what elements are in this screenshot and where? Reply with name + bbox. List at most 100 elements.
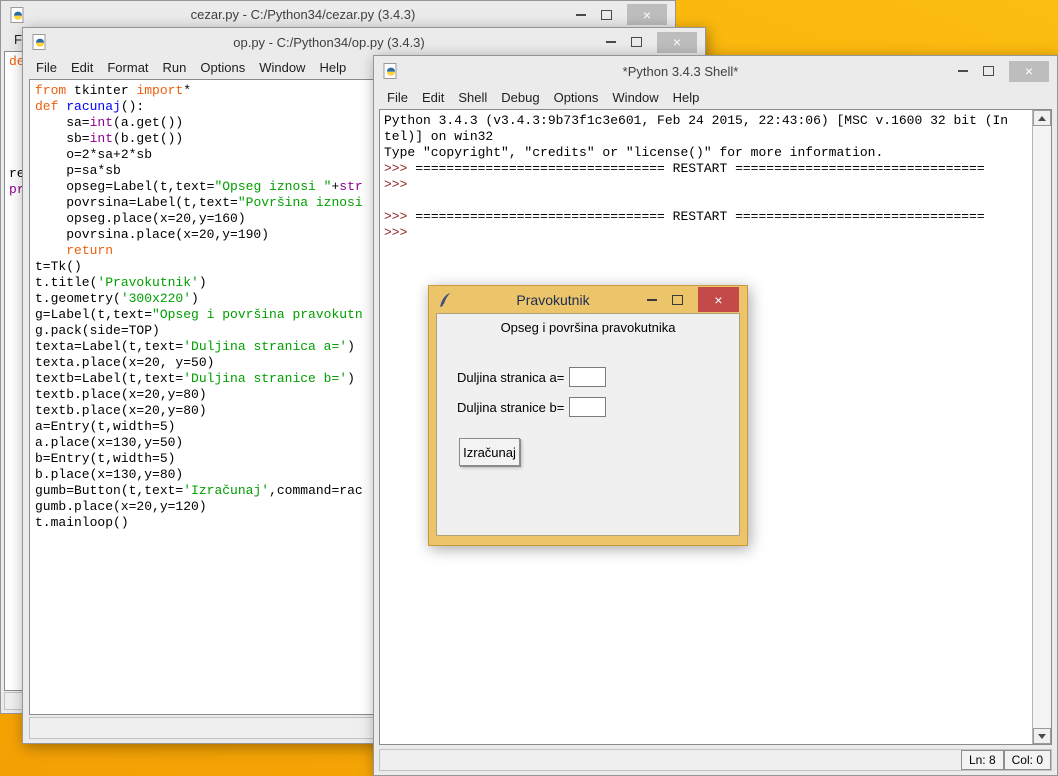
close-icon[interactable]: × (698, 287, 739, 312)
code-token: "Opseg i površina pravokutn (152, 307, 363, 322)
entry-side-b[interactable] (569, 397, 606, 417)
code-token (35, 243, 66, 258)
entry-side-a[interactable] (569, 367, 606, 387)
code-token: a=Entry(t,width=5) (35, 419, 175, 434)
code-token: ) (347, 371, 355, 386)
code-token: g=Label(t,text= (35, 307, 152, 322)
menu-item-help[interactable]: Help (666, 90, 707, 105)
code-token: povrsina.place(x=20,y=190) (35, 227, 269, 242)
code-token: ,command=rac (269, 483, 363, 498)
shell-window-title: *Python 3.4.3 Shell* (414, 64, 947, 79)
code-token: '300x220' (121, 291, 191, 306)
code-token: int (90, 115, 113, 130)
pravokutnik-window: Pravokutnik × Opseg i površina pravokutn… (428, 285, 748, 546)
code-token: "Površina iznosi (238, 195, 363, 210)
code-token: 'Pravokutnik' (97, 275, 198, 290)
code-token: b=Entry(t,width=5) (35, 451, 175, 466)
app-client-area: Opseg i površina pravokutnika Duljina st… (436, 313, 740, 536)
menu-item-edit[interactable]: Edit (415, 90, 451, 105)
code-token: 'Duljina stranica a=' (183, 339, 347, 354)
minimize-icon[interactable] (958, 70, 968, 72)
shell-statusbar: Ln: 8 Col: 0 (379, 749, 1052, 771)
minimize-icon[interactable] (576, 14, 586, 16)
label-side-a: Duljina stranica a= (457, 370, 564, 385)
minimize-icon[interactable] (647, 299, 657, 301)
menu-item-edit[interactable]: Edit (64, 60, 100, 75)
code-line: Type "copyright", "credits" or "license(… (384, 145, 1032, 161)
code-token: (b.get()) (113, 131, 183, 146)
code-line: >>> ================================ RES… (384, 209, 1032, 225)
menu-item-format[interactable]: Format (100, 60, 155, 75)
code-token: >>> (384, 209, 415, 224)
code-token: povrsina=Label(t,text= (35, 195, 238, 210)
code-token: 'Duljina stranice b=' (183, 371, 347, 386)
shell-menubar: FileEditShellDebugOptionsWindowHelp (374, 86, 1057, 108)
menu-item-file[interactable]: File (380, 90, 415, 105)
label-side-b: Duljina stranice b= (457, 400, 564, 415)
code-token: str (339, 179, 362, 194)
menu-item-options[interactable]: Options (547, 90, 606, 105)
column-indicator: Col: 0 (1004, 750, 1051, 770)
minimize-icon[interactable] (606, 41, 616, 43)
code-token: * (183, 83, 191, 98)
app-titlebar[interactable]: Pravokutnik × (429, 286, 747, 313)
code-token: texta.place(x=20, y=50) (35, 355, 214, 370)
scroll-up-icon[interactable] (1033, 110, 1051, 126)
app-window-title: Pravokutnik (469, 292, 637, 308)
code-line: >>> ================================ RES… (384, 161, 1032, 177)
menu-item-help[interactable]: Help (312, 60, 353, 75)
code-token: 'Izračunaj' (183, 483, 269, 498)
code-token: from (35, 83, 66, 98)
code-token: >>> (384, 161, 415, 176)
code-token: import (136, 83, 183, 98)
code-line: Python 3.4.3 (v3.4.3:9b73f1c3e601, Feb 2… (384, 113, 1032, 129)
code-token: (): (121, 99, 144, 114)
code-token: gumb.place(x=20,y=120) (35, 499, 207, 514)
shell-titlebar[interactable]: *Python 3.4.3 Shell* × (374, 56, 1057, 86)
code-line: >>> (384, 225, 1032, 241)
menu-item-options[interactable]: Options (193, 60, 252, 75)
menu-item-window[interactable]: Window (252, 60, 312, 75)
code-token: o=2*sa+2*sb (35, 147, 152, 162)
maximize-icon[interactable] (672, 295, 683, 305)
code-token: ) (199, 275, 207, 290)
op-window-title: op.py - C:/Python34/op.py (3.4.3) (63, 35, 595, 50)
menu-item-shell[interactable]: Shell (451, 90, 494, 105)
close-icon[interactable]: × (627, 4, 667, 25)
close-icon[interactable]: × (657, 32, 697, 53)
code-token: racunaj (66, 99, 121, 114)
code-token: opseg=Label(t,text= (35, 179, 214, 194)
op-titlebar[interactable]: op.py - C:/Python34/op.py (3.4.3) × (23, 28, 705, 56)
cezar-window-title: cezar.py - C:/Python34/cezar.py (3.4.3) (41, 7, 565, 22)
cezar-titlebar[interactable]: cezar.py - C:/Python34/cezar.py (3.4.3) … (1, 1, 675, 28)
code-token: t.geometry( (35, 291, 121, 306)
idle-file-icon (383, 63, 399, 79)
code-token: textb=Label(t,text= (35, 371, 183, 386)
code-token: >>> (384, 177, 415, 192)
maximize-icon[interactable] (631, 37, 642, 47)
menu-item-run[interactable]: Run (156, 60, 194, 75)
calculate-button[interactable]: Izračunaj (459, 438, 520, 466)
menu-item-window[interactable]: Window (605, 90, 665, 105)
code-token: ) (191, 291, 199, 306)
code-token: >>> (384, 225, 415, 240)
code-line: tel)] on win32 (384, 129, 1032, 145)
code-token: "Opseg iznosi " (214, 179, 331, 194)
code-token: textb.place(x=20,y=80) (35, 403, 207, 418)
scroll-down-icon[interactable] (1033, 728, 1051, 744)
code-token: t.mainloop() (35, 515, 129, 530)
desktop: cezar.py - C:/Python34/cezar.py (3.4.3) … (0, 0, 1058, 776)
code-token: g.pack(side=TOP) (35, 323, 160, 338)
close-icon[interactable]: × (1009, 61, 1049, 82)
menu-item-debug[interactable]: Debug (494, 90, 546, 105)
code-token: opseg.place(x=20,y=160) (35, 211, 246, 226)
maximize-icon[interactable] (601, 10, 612, 20)
maximize-icon[interactable] (983, 66, 994, 76)
menu-item-file[interactable]: File (29, 60, 64, 75)
code-token: sb= (35, 131, 90, 146)
shell-scrollbar[interactable] (1032, 110, 1051, 744)
idle-file-icon (32, 34, 48, 50)
code-token: ================================ RESTART… (415, 161, 985, 176)
code-token: texta=Label(t,text= (35, 339, 183, 354)
tk-feather-icon (438, 292, 454, 308)
